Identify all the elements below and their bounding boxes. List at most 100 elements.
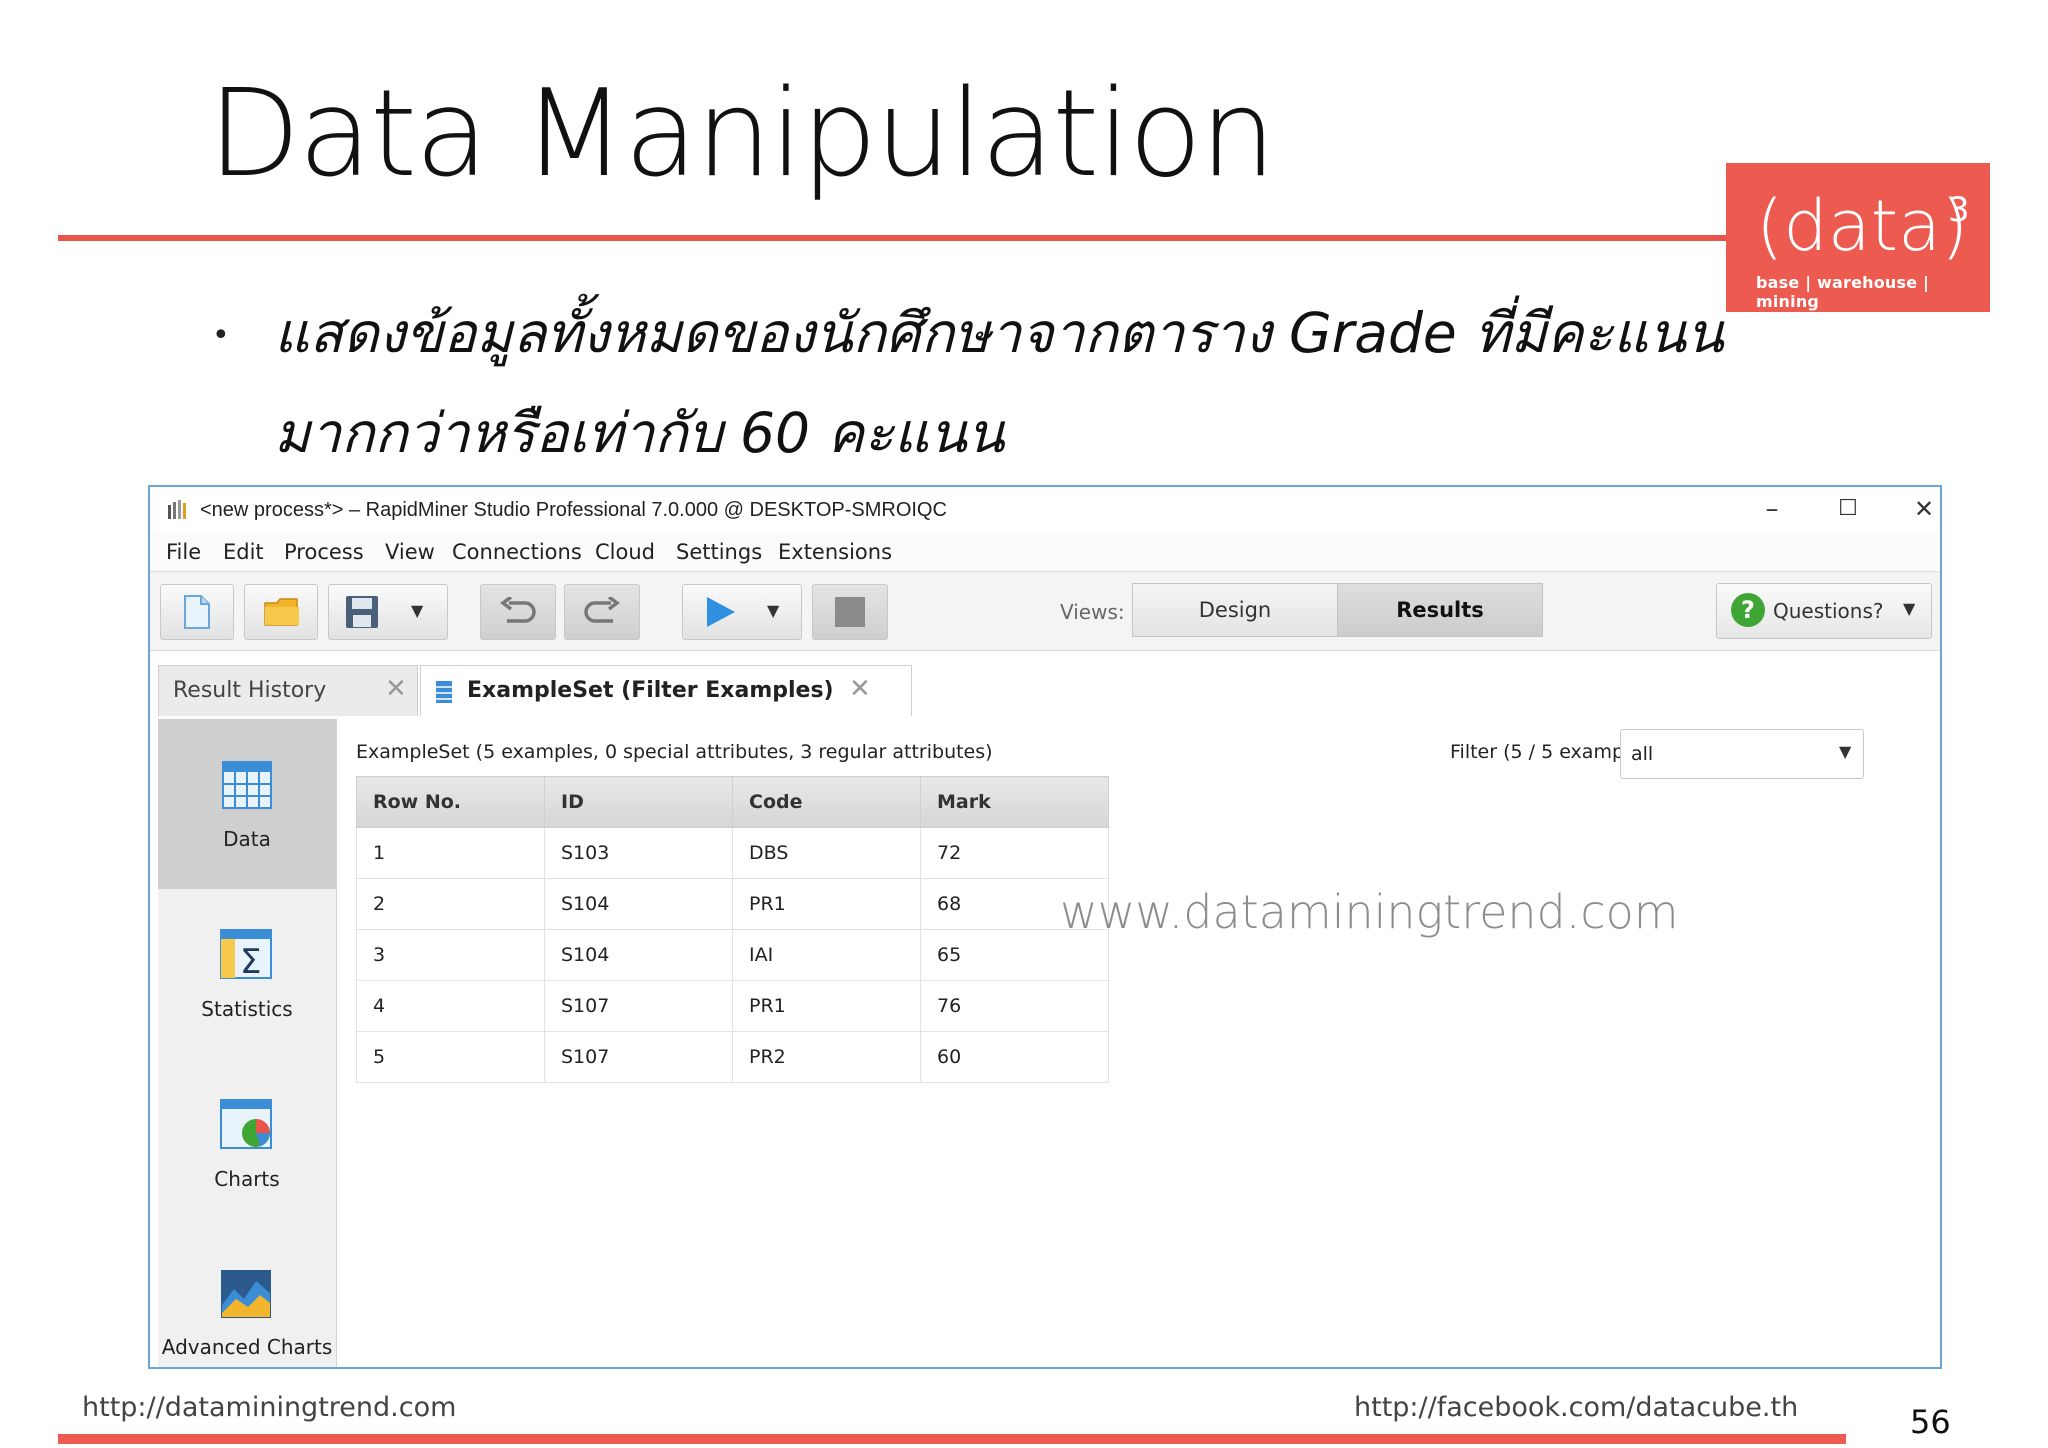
close-tab-result-history-icon[interactable]: ✕ <box>385 674 407 704</box>
tab-result-history-label: Result History <box>173 678 327 703</box>
cell-row-no: 4 <box>356 980 545 1032</box>
cell-id: S104 <box>544 929 733 981</box>
cell-id: S107 <box>544 980 733 1032</box>
menu-settings[interactable]: Settings <box>676 540 762 564</box>
results-view-button[interactable]: Results <box>1337 583 1543 637</box>
filter-select-value: all <box>1631 743 1654 765</box>
sidebar-item-advanced-charts-label: Advanced Charts <box>161 1335 333 1359</box>
play-icon <box>707 597 735 627</box>
statistics-sigma-icon: Σ <box>220 929 272 979</box>
column-header-row-no[interactable]: Row No. <box>356 776 545 828</box>
menu-connections[interactable]: Connections <box>452 540 582 564</box>
menu-bar: File Edit Process View Connections Cloud… <box>150 531 1940 572</box>
maximize-button[interactable]: ☐ <box>1818 491 1878 527</box>
stop-process-button[interactable] <box>812 584 888 640</box>
data-table-icon <box>222 761 272 809</box>
menu-cloud[interactable]: Cloud <box>595 540 655 564</box>
close-window-button[interactable]: ✕ <box>1894 491 1940 527</box>
advanced-charts-icon <box>221 1270 271 1318</box>
sidebar-item-advanced-charts[interactable]: Advanced Charts <box>158 1235 336 1367</box>
cell-code: PR2 <box>732 1031 921 1083</box>
result-tabs: Result History ✕ ExampleSet (Filter Exam… <box>150 665 1940 716</box>
bullet-text-line-2: มากกว่าหรือเท่ากับ 60 คะแนน <box>274 401 1005 465</box>
cell-code: PR1 <box>732 878 921 930</box>
tab-result-history[interactable]: Result History ✕ <box>158 665 418 716</box>
exampleset-description: ExampleSet (5 examples, 0 special attrib… <box>356 741 993 763</box>
cell-mark: 76 <box>920 980 1109 1032</box>
watermark-text: www.dataminingtrend.com <box>1060 885 1679 939</box>
questions-button[interactable]: ? Questions? ▼ <box>1716 583 1932 639</box>
logo-superscript: 3 <box>1948 190 1970 230</box>
minimize-button[interactable]: – <box>1742 491 1802 527</box>
sidebar-item-charts-label: Charts <box>214 1167 280 1191</box>
table-row[interactable]: 4 S107 PR1 76 <box>356 980 1109 1032</box>
chevron-down-icon: ▼ <box>1903 599 1916 618</box>
sidebar-item-statistics-label: Statistics <box>201 997 293 1021</box>
chevron-down-icon: ▼ <box>1839 742 1852 761</box>
table-row[interactable]: 5 S107 PR2 60 <box>356 1031 1109 1083</box>
help-icon: ? <box>1731 593 1765 627</box>
footer-divider <box>58 1434 1846 1444</box>
views-label: Views: <box>1060 600 1125 624</box>
undo-button[interactable] <box>480 584 556 640</box>
column-header-id[interactable]: ID <box>544 776 733 828</box>
open-process-button[interactable] <box>244 584 318 640</box>
results-content: ExampleSet (5 examples, 0 special attrib… <box>340 719 1940 1367</box>
slide-title: Data Manipulation <box>208 65 1276 204</box>
bullet-text-line-1: แสดงข้อมูลทั้งหมดของนักศึกษาจากตาราง Gra… <box>274 301 1724 365</box>
cell-row-no: 1 <box>356 827 545 879</box>
title-divider <box>58 235 1728 241</box>
cell-row-no: 3 <box>356 929 545 981</box>
exampleset-icon <box>436 681 452 703</box>
sidebar-item-data[interactable]: Data <box>158 719 336 889</box>
cell-code: IAI <box>732 929 921 981</box>
save-dropdown-caret[interactable]: ▼ <box>411 601 423 620</box>
page-number: 56 <box>1910 1403 1951 1441</box>
menu-extensions[interactable]: Extensions <box>778 540 892 564</box>
table-row[interactable]: 2 S104 PR1 68 <box>356 878 1109 930</box>
run-dropdown-caret[interactable]: ▼ <box>767 601 779 620</box>
redo-icon <box>584 597 620 623</box>
charts-icon <box>220 1099 272 1149</box>
new-file-icon <box>184 595 210 629</box>
cell-row-no: 2 <box>356 878 545 930</box>
stop-icon <box>835 597 865 627</box>
sidebar-item-statistics[interactable]: Σ Statistics <box>158 891 336 1061</box>
menu-view[interactable]: View <box>385 540 435 564</box>
filter-select[interactable]: all ▼ <box>1620 729 1864 779</box>
cell-id: S103 <box>544 827 733 879</box>
save-process-button[interactable]: ▼ <box>328 584 448 640</box>
main-toolbar: ▼ ▼ Views: Design Results ? Questions? ▼ <box>150 572 1940 651</box>
exampleset-table: Row No. ID Code Mark 1 S103 DBS 72 2 S10… <box>356 776 1109 1083</box>
menu-file[interactable]: File <box>166 540 201 564</box>
tab-exampleset[interactable]: ExampleSet (Filter Examples) ✕ <box>420 665 912 716</box>
menu-edit[interactable]: Edit <box>223 540 264 564</box>
column-header-mark[interactable]: Mark <box>920 776 1109 828</box>
design-view-button[interactable]: Design <box>1132 583 1338 637</box>
new-process-button[interactable] <box>160 584 234 640</box>
cell-mark: 72 <box>920 827 1109 879</box>
open-folder-icon <box>264 598 299 626</box>
table-header-row: Row No. ID Code Mark <box>356 776 1109 828</box>
undo-icon <box>500 597 536 623</box>
logo-tagline: base | warehouse | mining <box>1756 273 1930 311</box>
cell-id: S107 <box>544 1031 733 1083</box>
cell-code: PR1 <box>732 980 921 1032</box>
questions-label: Questions? <box>1773 599 1884 623</box>
tab-exampleset-label: ExampleSet (Filter Examples) <box>467 678 834 703</box>
cell-row-no: 5 <box>356 1031 545 1083</box>
run-process-button[interactable]: ▼ <box>682 584 802 640</box>
sidebar-item-charts[interactable]: Charts <box>158 1063 336 1233</box>
sidebar-item-data-label: Data <box>223 827 271 851</box>
table-row[interactable]: 3 S104 IAI 65 <box>356 929 1109 981</box>
data-cube-logo: (data) 3 base | warehouse | mining <box>1726 163 1990 312</box>
footer-website-link[interactable]: http://dataminingtrend.com <box>82 1392 456 1423</box>
close-tab-exampleset-icon[interactable]: ✕ <box>849 674 871 704</box>
cell-code: DBS <box>732 827 921 879</box>
table-row[interactable]: 1 S103 DBS 72 <box>356 827 1109 879</box>
svg-text:Σ: Σ <box>240 942 261 979</box>
footer-facebook-link[interactable]: http://facebook.com/datacube.th <box>1354 1392 1798 1423</box>
menu-process[interactable]: Process <box>284 540 364 564</box>
redo-button[interactable] <box>564 584 640 640</box>
column-header-code[interactable]: Code <box>732 776 921 828</box>
